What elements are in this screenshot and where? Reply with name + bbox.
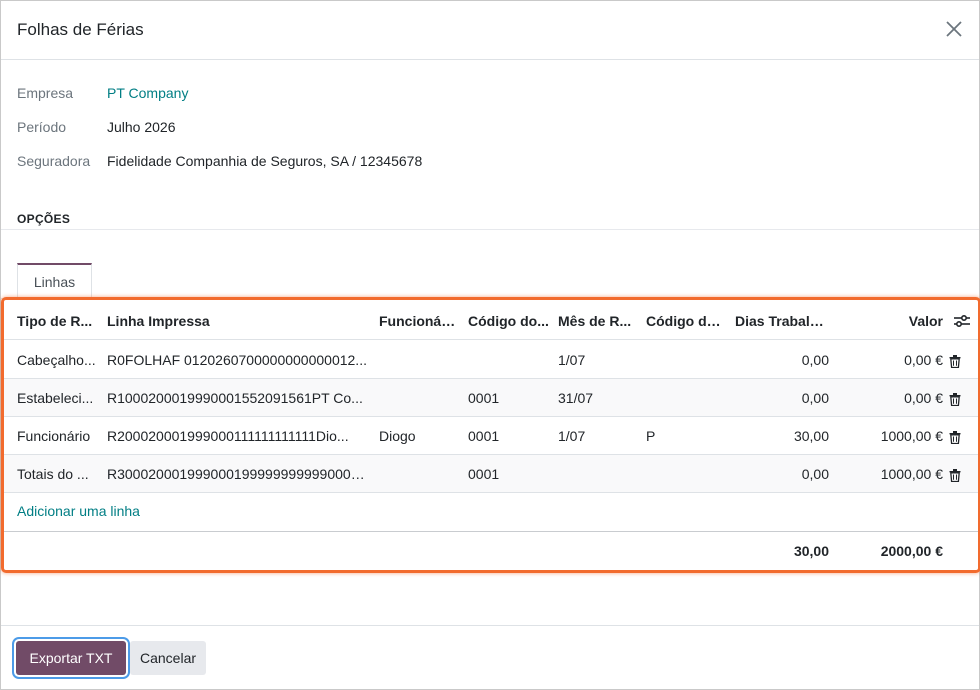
empresa-link[interactable]: PT Company [107, 85, 188, 101]
tab-linhas[interactable]: Linhas [17, 263, 92, 299]
lines-table-highlight [1, 297, 980, 573]
periodo-value: Julho 2026 [107, 119, 176, 135]
seguradora-label: Seguradora [17, 153, 91, 169]
section-title-opcoes: OPÇÕES [17, 212, 71, 226]
dialog-title: Folhas de Férias [17, 20, 144, 39]
export-txt-button[interactable]: Exportar TXT [16, 641, 126, 675]
seguradora-value: Fidelidade Companhia de Seguros, SA / 12… [107, 153, 423, 169]
footer-divider [1, 625, 979, 626]
empresa-label: Empresa [17, 85, 74, 101]
section-divider [1, 229, 979, 230]
dialog-header: Folhas de Férias [1, 1, 979, 60]
dialog: Folhas de Férias Empresa PT Company Perí… [0, 0, 980, 690]
close-icon[interactable] [943, 18, 965, 40]
periodo-label: Período [17, 119, 67, 135]
cancel-button[interactable]: Cancelar [130, 641, 206, 675]
